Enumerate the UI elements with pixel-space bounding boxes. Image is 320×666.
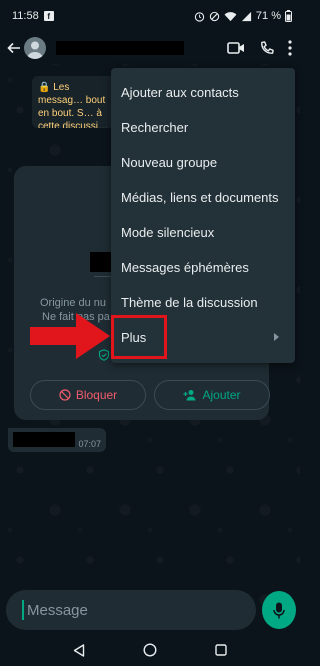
annotation-highlight-box	[111, 315, 167, 359]
message-composer	[6, 590, 256, 630]
video-call-icon[interactable]	[227, 41, 245, 55]
block-icon	[59, 389, 71, 401]
contact-avatar[interactable]	[24, 37, 46, 59]
battery-percent: 71 %	[255, 10, 281, 22]
nav-recents-icon[interactable]	[215, 644, 227, 656]
incoming-message[interactable]: 07:07	[8, 428, 106, 452]
back-arrow-icon[interactable]	[6, 40, 22, 56]
chevron-right-icon	[274, 333, 279, 341]
wifi-icon	[224, 11, 237, 21]
menu-item-add-to-contacts[interactable]: Ajouter aux contacts	[111, 75, 295, 110]
add-contact-button[interactable]: Ajouter	[154, 380, 270, 410]
message-text-redacted	[13, 432, 75, 447]
default-avatar-icon	[27, 41, 43, 59]
menu-item-disappearing-messages[interactable]: Messages éphémères	[111, 250, 295, 285]
chat-header	[0, 32, 300, 64]
encryption-notice[interactable]: 🔒 Les messag… bout en bout. S… à cette d…	[32, 76, 118, 128]
menu-item-mute[interactable]: Mode silencieux	[111, 215, 295, 250]
more-vert-icon[interactable]	[288, 40, 292, 56]
mic-button[interactable]	[262, 591, 296, 629]
alarm-icon	[194, 11, 205, 22]
menu-item-new-group[interactable]: Nouveau groupe	[111, 145, 295, 180]
block-button[interactable]: Bloquer	[30, 380, 146, 410]
block-label: Bloquer	[75, 388, 118, 402]
card-origin-text: Origine du nu	[40, 297, 107, 309]
nav-back-icon[interactable]	[73, 643, 85, 657]
menu-item-search[interactable]: Rechercher	[111, 110, 295, 145]
status-time: 11:58	[12, 10, 39, 22]
mic-icon	[273, 602, 285, 618]
add-label: Ajouter	[202, 388, 241, 402]
message-input[interactable]	[22, 600, 226, 620]
signal-icon	[241, 11, 252, 21]
contact-name-redacted[interactable]	[56, 41, 184, 55]
add-person-icon	[183, 390, 196, 401]
status-right: 71 %	[194, 10, 292, 22]
menu-item-media-links-docs[interactable]: Médias, liens et documents	[111, 180, 295, 215]
status-bar: 11:58 f 71 %	[0, 0, 300, 32]
facebook-notification-icon: f	[43, 11, 54, 21]
status-left: 11:58 f	[12, 10, 54, 22]
message-time: 07:07	[78, 439, 101, 449]
header-actions	[227, 40, 294, 56]
mute-icon	[209, 11, 220, 21]
nav-home-icon[interactable]	[143, 643, 157, 657]
annotation-arrow-icon	[30, 313, 110, 359]
system-nav-bar	[0, 634, 300, 666]
battery-icon	[285, 10, 292, 22]
phone-icon[interactable]	[259, 40, 274, 56]
